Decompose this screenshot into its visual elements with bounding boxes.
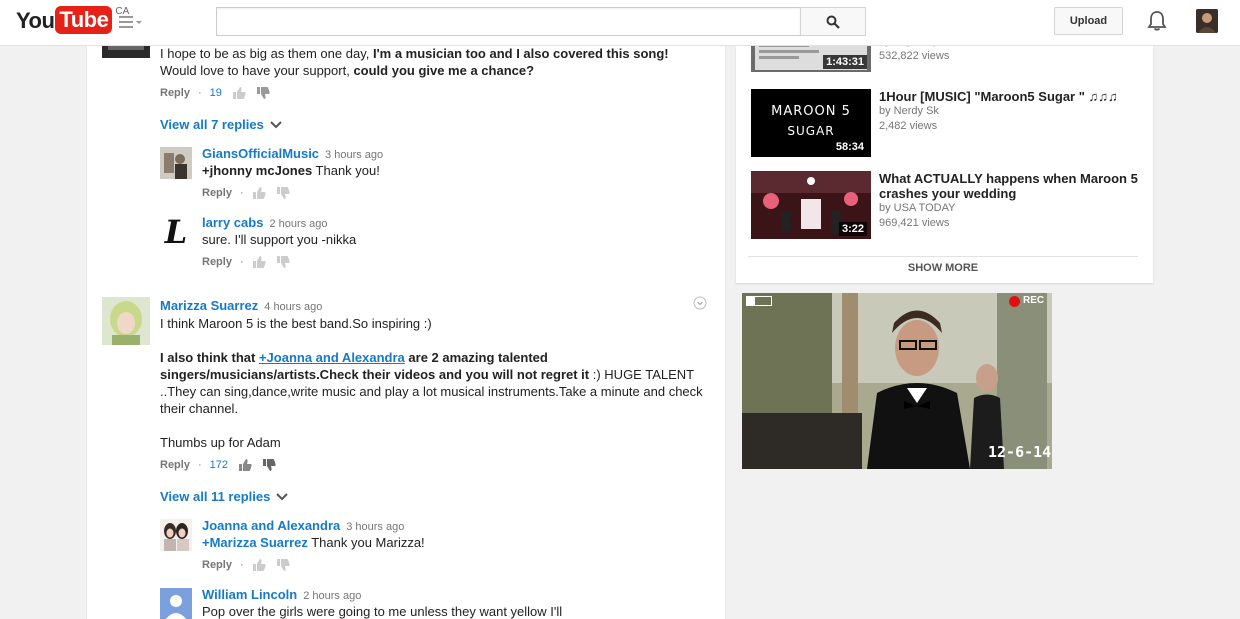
svg-text:L: L (164, 215, 188, 247)
rec-indicator-icon (1009, 296, 1020, 307)
comment-author[interactable]: Marizza Suarrez (160, 298, 258, 313)
video-player[interactable]: REC 12-6-14 (742, 293, 1052, 469)
reply-text: sure. I'll support you -nikka (202, 232, 357, 247)
thumbs-down-icon[interactable] (262, 458, 276, 472)
chevron-down-icon (276, 492, 289, 500)
reply-button[interactable]: Reply (202, 256, 232, 268)
comment-actions: Reply · 19 (160, 85, 280, 101)
thumbnail-text: MAROON 5 (771, 104, 851, 119)
thumbs-up-icon[interactable] (252, 558, 266, 572)
notifications-bell-icon[interactable] (1146, 10, 1168, 32)
guide-menu-icon[interactable] (119, 13, 143, 31)
video-title[interactable]: What ACTUALLY happens when Maroon 5 cras… (879, 171, 1144, 201)
comment-menu-icon[interactable] (693, 296, 707, 310)
logo-tube: Tube (55, 6, 113, 34)
upload-button[interactable]: Upload (1054, 7, 1123, 35)
mention-link[interactable]: +jhonny mcJones (202, 163, 312, 178)
reply-header: GiansOfficialMusic 3 hours ago (202, 146, 383, 161)
reply-author[interactable]: William Lincoln (202, 587, 297, 602)
thumbs-up-icon[interactable] (232, 86, 246, 100)
related-video-item[interactable]: MAROON 5 SUGAR 58:34 1Hour [MUSIC] "Maro… (751, 89, 1141, 157)
comment-text: I hope to be as big as them one day, I'm… (160, 46, 669, 78)
reply-text: Pop over the girls were going to me unle… (202, 604, 563, 619)
date-stamp: 12-6-14 (988, 443, 1052, 461)
battery-icon (746, 296, 772, 306)
video-views: 2,482 views (879, 120, 938, 132)
reply-avatar[interactable] (160, 588, 192, 619)
comments-section: I hope to be as big as them one day, I'm… (86, 46, 726, 619)
thumbs-down-icon[interactable] (256, 86, 270, 100)
thumbnail-text: SUGAR (787, 124, 835, 138)
view-all-replies-link[interactable]: View all 11 replies (160, 489, 289, 504)
video-channel[interactable]: by USA TODAY (879, 201, 1144, 216)
video-duration: 1:43:31 (823, 55, 867, 69)
video-duration: 3:22 (838, 222, 867, 236)
rec-label: REC (1023, 295, 1045, 306)
comment-header: Marizza Suarrez 4 hours ago (160, 298, 322, 313)
video-duration: 58:34 (832, 140, 867, 154)
reply-time[interactable]: 3 hours ago (346, 521, 404, 533)
reply-author[interactable]: GiansOfficialMusic (202, 146, 319, 161)
mention-link[interactable]: +Joanna and Alexandra (259, 350, 405, 365)
thumbs-down-icon[interactable] (276, 186, 290, 200)
video-views: 969,421 views (879, 217, 950, 229)
commenter-avatar[interactable] (102, 297, 150, 345)
view-all-replies-link[interactable]: View all 7 replies (160, 117, 282, 132)
reply-actions: Reply · (202, 185, 300, 201)
reply-actions: Reply · (202, 557, 300, 573)
thumbs-up-icon[interactable] (252, 186, 266, 200)
video-channel[interactable]: by Nerdy Sk (879, 104, 1144, 119)
show-more-button[interactable]: SHOW MORE (748, 256, 1138, 274)
video-title[interactable]: 1Hour [MUSIC] "Maroon5 Sugar " ♫♫♫ (879, 89, 1144, 104)
thumbs-up-icon[interactable] (252, 255, 266, 269)
thumbs-up-icon[interactable] (238, 458, 252, 472)
reply-button[interactable]: Reply (160, 87, 190, 99)
reply-text: +Marizza Suarrez Thank you Marizza! (202, 535, 425, 550)
reply-avatar[interactable] (160, 147, 192, 179)
like-count: 19 (209, 87, 222, 99)
search-button[interactable] (800, 7, 866, 36)
youtube-logo[interactable]: You Tube CA (16, 6, 129, 36)
thumbs-down-icon[interactable] (276, 255, 290, 269)
thumbs-down-icon[interactable] (276, 558, 290, 572)
video-views: 532,822 views (879, 50, 950, 62)
commenter-avatar[interactable] (102, 46, 150, 58)
reply-header: William Lincoln 2 hours ago (202, 587, 361, 602)
related-video-item[interactable]: 3:22 What ACTUALLY happens when Maroon 5… (751, 171, 1141, 239)
comment-text: I think Maroon 5 is the best band.So ins… (160, 316, 703, 450)
reply-button[interactable]: Reply (202, 187, 232, 199)
account-avatar[interactable] (1196, 9, 1218, 33)
reply-button[interactable]: Reply (160, 459, 190, 471)
reply-text: +jhonny mcJones Thank you! (202, 163, 380, 178)
video-thumbnail[interactable]: 3:22 (751, 171, 871, 239)
related-videos: 1:43:31 by Skyscraper 532,822 views MARO… (736, 4, 1153, 283)
search-input[interactable] (216, 7, 801, 36)
reply-button[interactable]: Reply (202, 559, 232, 571)
comment-time[interactable]: 4 hours ago (264, 301, 322, 313)
reply-avatar[interactable]: L (160, 215, 192, 247)
logo-you: You (16, 8, 55, 33)
video-thumbnail[interactable]: MAROON 5 SUGAR 58:34 (751, 89, 871, 157)
reply-time[interactable]: 2 hours ago (269, 218, 327, 230)
reply-header: Joanna and Alexandra 3 hours ago (202, 518, 404, 533)
mention-link[interactable]: +Marizza Suarrez (202, 535, 308, 550)
search-icon (826, 15, 840, 29)
masthead: You Tube CA Upload (0, 0, 1240, 46)
reply-actions: Reply · (202, 254, 300, 270)
reply-author[interactable]: larry cabs (202, 215, 263, 230)
comment-actions: Reply · 172 (160, 457, 286, 473)
reply-time[interactable]: 2 hours ago (303, 590, 361, 602)
reply-author[interactable]: Joanna and Alexandra (202, 518, 340, 533)
reply-avatar[interactable] (160, 519, 192, 551)
reply-time[interactable]: 3 hours ago (325, 149, 383, 161)
like-count: 172 (209, 459, 228, 471)
chevron-down-icon (270, 120, 282, 128)
reply-header: larry cabs 2 hours ago (202, 215, 328, 230)
